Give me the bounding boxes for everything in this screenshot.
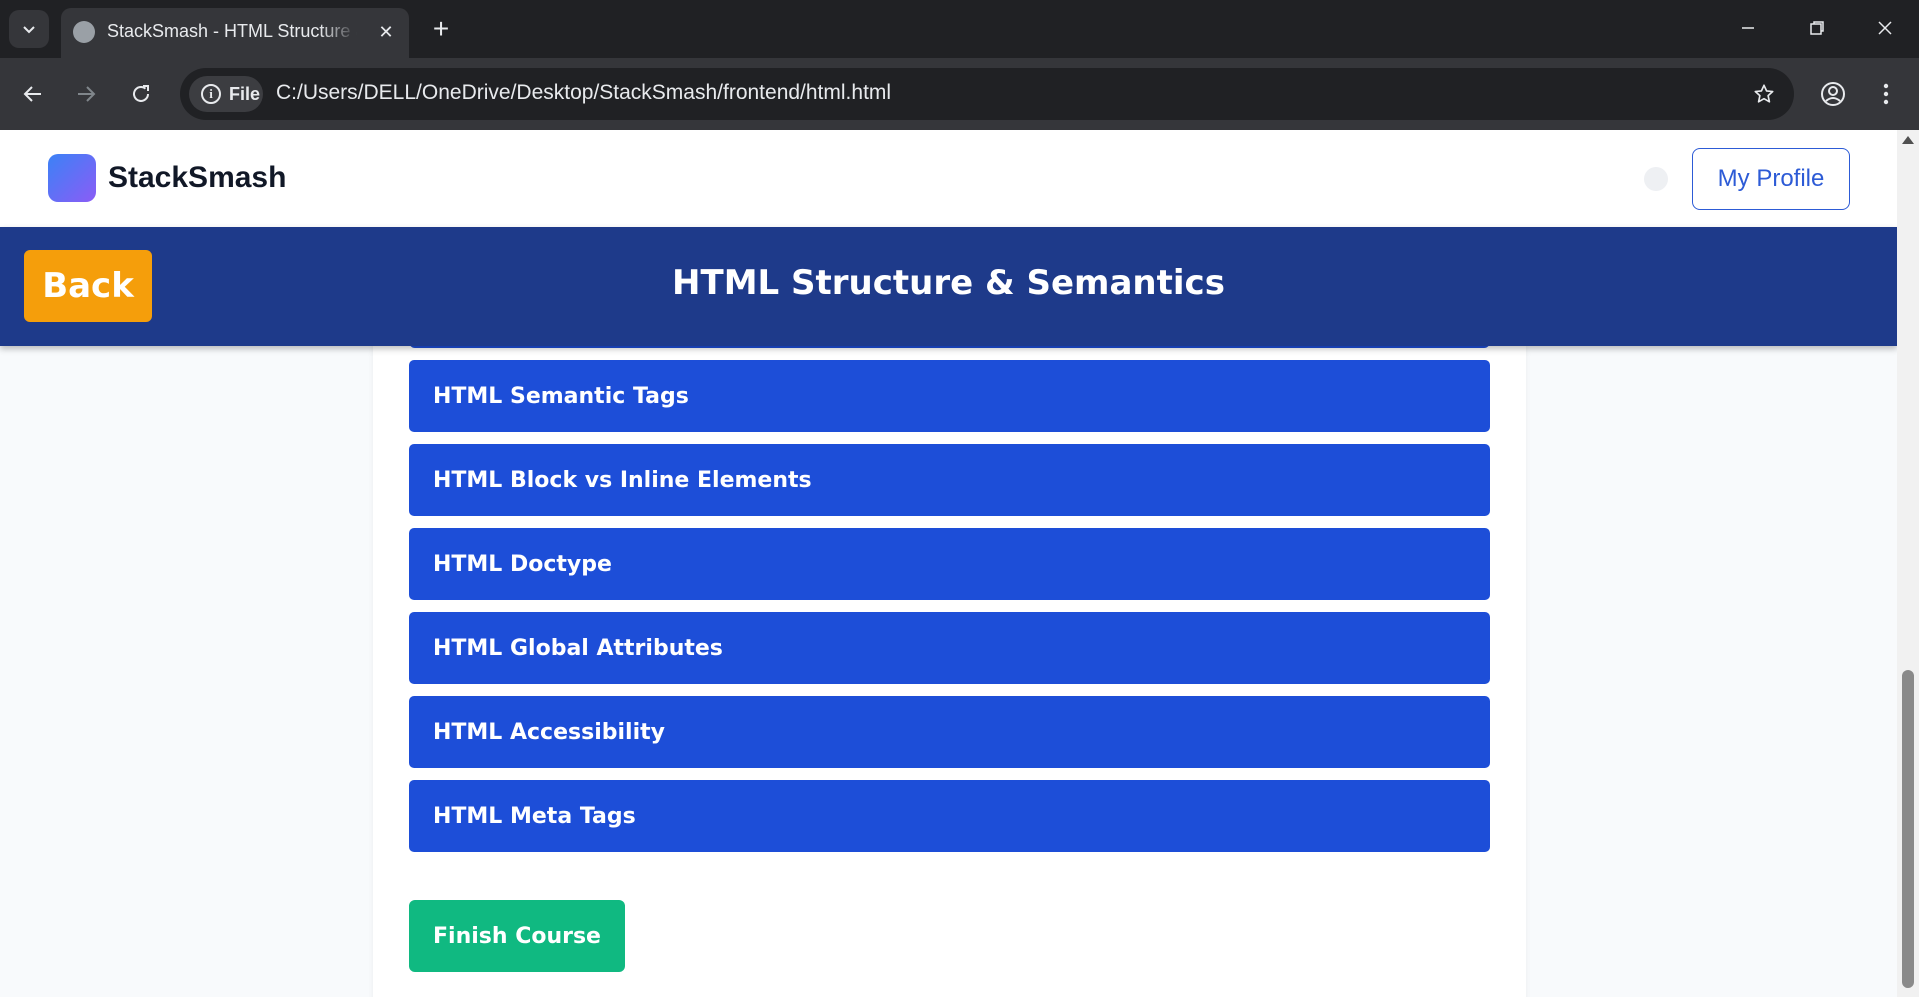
- tab-search-button[interactable]: [9, 10, 49, 48]
- browser-tab-active[interactable]: StackSmash - HTML Structure & Semantics …: [61, 8, 409, 58]
- close-tab-icon[interactable]: ✕: [375, 21, 397, 43]
- back-arrow-icon[interactable]: [13, 74, 53, 114]
- page-scrollbar[interactable]: [1897, 130, 1919, 997]
- restore-icon[interactable]: [1792, 8, 1842, 48]
- topic-item[interactable]: HTML Doctype: [409, 528, 1490, 600]
- topic-item[interactable]: HTML Meta Tags: [409, 780, 1490, 852]
- info-icon: i: [201, 84, 221, 104]
- globe-icon: [73, 21, 95, 43]
- topic-item[interactable]: HTML Accessibility: [409, 696, 1490, 768]
- topic-item[interactable]: HTML Block vs Inline Elements: [409, 444, 1490, 516]
- logo-text: StackSmash: [108, 161, 287, 194]
- finish-course-button[interactable]: Finish Course: [409, 900, 625, 972]
- profile-account-icon[interactable]: [1813, 74, 1853, 114]
- tab-title: StackSmash - HTML Structure & Semantics: [107, 21, 357, 41]
- site-chip-label: File: [229, 83, 261, 104]
- browser-tab-strip: StackSmash - HTML Structure & Semantics …: [0, 0, 1919, 58]
- site-header: StackSmash My Profile: [0, 130, 1897, 227]
- url-text[interactable]: C:/Users/DELL/OneDrive/Desktop/StackSmas…: [276, 81, 891, 105]
- logo-icon: [48, 154, 96, 202]
- minimize-icon[interactable]: [1723, 8, 1773, 48]
- address-bar[interactable]: i File C:/Users/DELL/OneDrive/Desktop/St…: [180, 68, 1794, 120]
- close-window-icon[interactable]: [1860, 8, 1910, 48]
- chevron-down-icon: [23, 26, 35, 34]
- course-header-bar: Back HTML Structure & Semantics: [0, 227, 1897, 346]
- my-profile-button[interactable]: My Profile: [1692, 148, 1850, 210]
- scrollbar-thumb[interactable]: [1902, 670, 1914, 988]
- course-title: HTML Structure & Semantics: [672, 263, 1225, 303]
- theme-toggle[interactable]: [1644, 167, 1668, 191]
- scroll-up-arrow-icon[interactable]: [1902, 136, 1914, 144]
- browser-toolbar: i File C:/Users/DELL/OneDrive/Desktop/St…: [0, 58, 1919, 130]
- kebab-menu-icon[interactable]: [1866, 74, 1906, 114]
- topic-list: HTML Semantic Tags HTML Block vs Inline …: [409, 360, 1490, 864]
- bookmark-star-icon[interactable]: [1748, 78, 1780, 110]
- page-viewport: StackSmash My Profile Back HTML Structur…: [0, 130, 1897, 997]
- topic-item[interactable]: HTML Global Attributes: [409, 612, 1490, 684]
- site-info-chip[interactable]: i File: [189, 76, 263, 112]
- forward-arrow-icon[interactable]: [66, 74, 106, 114]
- new-tab-button[interactable]: +: [424, 12, 458, 46]
- reload-icon[interactable]: [121, 74, 161, 114]
- topic-item[interactable]: HTML Semantic Tags: [409, 360, 1490, 432]
